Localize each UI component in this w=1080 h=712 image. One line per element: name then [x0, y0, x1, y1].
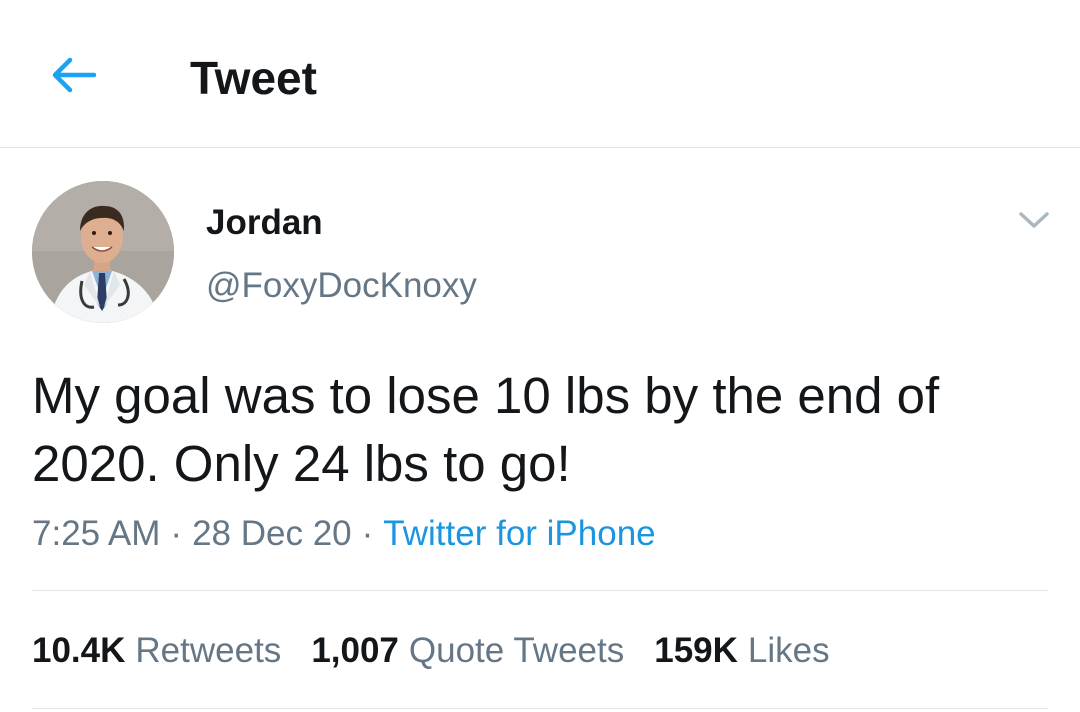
meta-separator: · — [361, 514, 374, 553]
tweet-stats: 10.4K Retweets 1,007 Quote Tweets 159K Likes — [32, 630, 860, 672]
page-title: Tweet — [190, 52, 317, 104]
retweets-count: 10.4K — [32, 631, 126, 670]
quote-tweets-stat[interactable]: 1,007 Quote Tweets — [311, 630, 624, 672]
tweet-menu-button[interactable] — [1012, 202, 1056, 242]
tweet-date: 28 Dec 20 — [192, 514, 352, 553]
divider — [32, 590, 1048, 591]
arrow-left-icon — [50, 55, 97, 100]
quote-tweets-count: 1,007 — [311, 631, 399, 670]
retweets-stat[interactable]: 10.4K Retweets — [32, 630, 281, 672]
tweet-text: My goal was to lose 10 lbs by the end of… — [32, 367, 940, 492]
likes-count: 159K — [654, 631, 738, 670]
tweet-metadata: 7:25 AM · 28 Dec 20 · Twitter for iPhone — [32, 513, 656, 555]
meta-separator: · — [170, 514, 183, 553]
likes-stat[interactable]: 159K Likes — [654, 630, 829, 672]
quote-tweets-label: Quote Tweets — [408, 631, 625, 670]
chevron-down-icon — [1017, 209, 1051, 236]
tweet-detail-page: Tweet Jordan @FoxyDocKnoxy My goal was t… — [0, 0, 1080, 712]
divider — [32, 708, 1048, 709]
user-display-name[interactable]: Jordan — [206, 202, 323, 244]
likes-label: Likes — [747, 631, 830, 670]
avatar[interactable] — [32, 181, 174, 323]
top-app-bar: Tweet — [0, 0, 1080, 148]
tweet-source-link[interactable]: Twitter for iPhone — [383, 514, 655, 553]
retweets-label: Retweets — [135, 631, 282, 670]
back-button[interactable] — [44, 50, 102, 104]
user-handle[interactable]: @FoxyDocKnoxy — [206, 265, 477, 307]
tweet-time: 7:25 AM — [32, 514, 161, 553]
